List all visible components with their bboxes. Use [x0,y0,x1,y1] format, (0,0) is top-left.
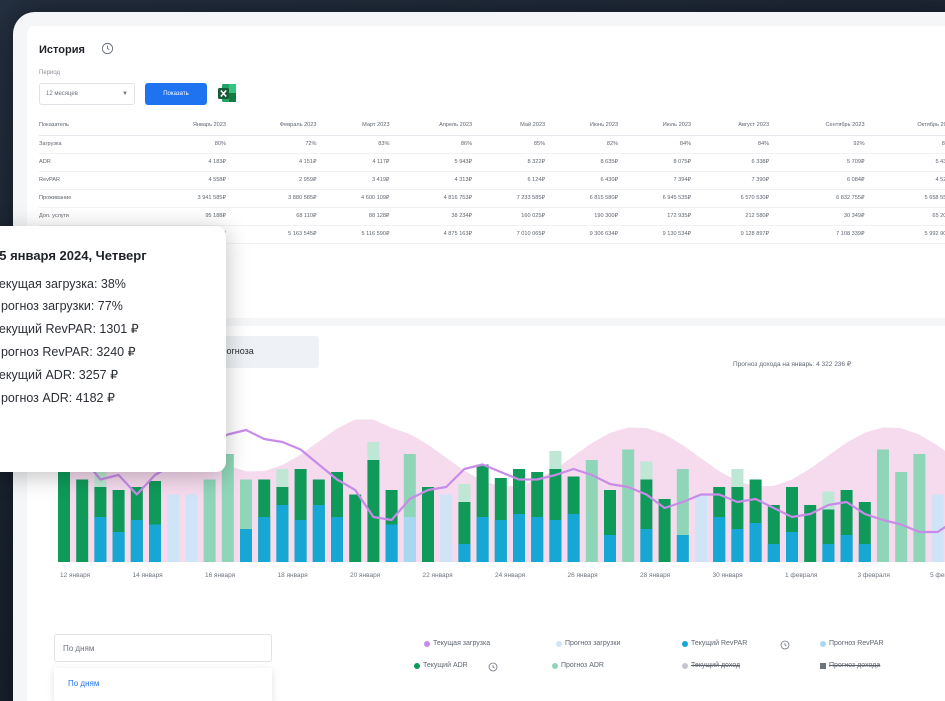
tooltip-date: 25 января 2024, Четверг [0,248,147,263]
legend-label: Текущий доход [691,662,741,669]
adr-forecast-bar [367,442,380,460]
x-tick-label: 30 января [713,572,744,579]
adr-forecast-bar [276,469,289,487]
legend-label: Прогноз дохода [829,662,881,669]
load-forecast-bar [185,494,198,562]
legend-swatch [556,640,562,647]
legend-label: Текущая загрузка [433,640,491,647]
revpar-bar [94,517,107,562]
revpar-bar [149,524,161,562]
legend-swatch [424,640,430,647]
x-tick-label: 22 января [423,572,454,579]
legend-label: Прогноз загрузки [565,640,621,647]
revpar-bar [549,520,562,562]
revpar-bar [567,514,580,562]
revpar-bar [458,544,471,562]
x-tick-label: 26 января [568,572,599,579]
chart-tooltip: 25 января 2024, Четверг Текущая загрузка… [0,226,226,472]
revpar-bar [713,517,726,562]
legend-item[interactable]: Прогноз ADR [552,662,604,669]
adr-bar [349,494,362,562]
legend-item[interactable]: Текущая загрузка [424,640,490,647]
adr-forecast-bar [458,484,471,502]
revpar-bar [258,517,271,562]
legend-swatch [820,662,826,669]
x-tick-label: 14 января [133,572,164,579]
legend-swatch [414,662,420,669]
revpar-bar [640,529,653,562]
legend-swatch [552,662,558,669]
adr-bar [422,487,434,562]
x-tick-label: 18 января [278,572,309,579]
tooltip-line: Текущий RevPAR: 1301 ₽ [0,322,139,336]
legend-item[interactable]: Прогноз дохода [820,662,880,669]
tooltip-line: Прогноз RevPAR: 3240 ₽ [0,345,136,359]
adr-bar [877,449,889,562]
x-tick-label: 3 февраля [858,572,891,579]
tooltip-line: Прогноз ADR: 4182 ₽ [0,391,115,405]
revpar-bar [476,517,489,562]
x-tick-label: 16 января [205,572,236,579]
clock-icon[interactable] [488,662,498,672]
revpar-bar [731,529,744,562]
x-tick-label: 12 января [60,572,91,579]
tooltip-line: Текущий ADR: 3257 ₽ [0,368,119,382]
revpar-bar [749,523,762,562]
revpar-bar [276,505,289,562]
adr-forecast-bar [640,461,653,480]
revpar-bar [130,520,143,562]
legend-swatch [682,662,688,669]
clock-icon[interactable] [780,640,790,650]
revpar-bar [403,517,416,562]
revpar-bar [385,524,398,562]
revpar-bar [822,544,835,562]
revpar-bar [312,505,325,562]
legend-label: Прогноз ADR [561,662,604,669]
revpar-bar [858,544,871,562]
tooltip-line: Текущая загрузка: 38% [0,277,126,291]
x-tick-label: 28 января [640,572,671,579]
adr-bar [203,479,216,562]
adr-bar [58,469,70,562]
adr-bar [913,454,926,562]
load-forecast-bar [695,494,707,562]
adr-forecast-bar [549,451,562,469]
revpar-bar [240,529,252,562]
revpar-bar [604,535,616,562]
legend-item[interactable]: Текущий доход [682,662,740,669]
granularity-select[interactable]: По дням [54,634,272,662]
revpar-bar [331,517,343,562]
revpar-bar [786,532,798,562]
legend-item[interactable]: Прогноз загрузки [556,640,620,647]
revpar-bar [112,532,125,562]
x-tick-label: 24 января [495,572,526,579]
x-tick-label: 5 февраля [930,572,945,579]
legend-item[interactable]: Прогноз RevPAR [820,640,884,647]
revpar-bar [531,517,544,562]
load-forecast-bar [167,494,180,562]
legend-swatch [682,640,688,647]
adr-bar [76,479,89,562]
legend-label: Текущий RevPAR [691,640,748,647]
legend-item[interactable]: Текущий ADR [414,662,468,669]
adr-bar [221,454,234,562]
revpar-bar [513,514,525,562]
x-tick-label: 1 февраля [785,572,818,579]
legend-label: Текущий ADR [423,662,468,669]
legend-label: Прогноз RevPAR [829,640,884,647]
legend-swatch [820,640,826,647]
revpar-bar [676,535,689,562]
load-forecast-bar [440,494,453,562]
revpar-bar [494,520,507,562]
x-tick-label: 20 января [350,572,381,579]
granularity-option-days[interactable]: По дням [54,668,272,701]
revpar-bar [840,535,853,562]
revpar-bar [767,544,780,562]
adr-bar [895,472,908,562]
adr-forecast-bar [731,469,744,487]
tooltip-line: Прогноз загрузки: 77% [0,299,123,313]
revpar-bar [294,520,307,562]
legend-item[interactable]: Текущий RevPAR [682,640,747,647]
adr-bar [622,449,635,562]
